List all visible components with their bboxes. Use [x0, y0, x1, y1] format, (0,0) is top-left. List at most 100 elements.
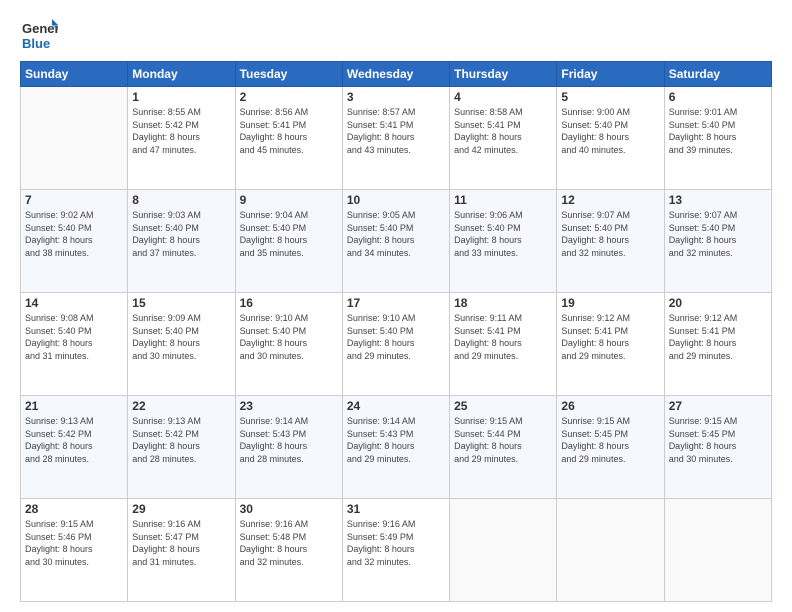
- table-row: 27 Sunrise: 9:15 AM Sunset: 5:45 PM Dayli…: [664, 396, 771, 499]
- table-row: [450, 499, 557, 602]
- day-info: Sunrise: 9:06 AM Sunset: 5:40 PM Dayligh…: [454, 209, 552, 259]
- table-row: 2Sunrise: 8:56 AM Sunset: 5:41 PM Daylig…: [235, 87, 342, 190]
- day-info: Sunrise: 9:00 AM Sunset: 5:40 PM Dayligh…: [561, 106, 659, 156]
- day-number: 30: [240, 502, 338, 516]
- day-info: Sunrise: 9:14 AM Sunset: 5:43 PM Dayligh…: [240, 415, 338, 465]
- table-row: 19 Sunrise: 9:12 AM Sunset: 5:41 PM Dayli…: [557, 293, 664, 396]
- table-row: 23 Sunrise: 9:14 AM Sunset: 5:43 PM Dayli…: [235, 396, 342, 499]
- table-row: 13 Sunrise: 9:07 AM Sunset: 5:40 PM Dayli…: [664, 190, 771, 293]
- day-number: 26: [561, 399, 659, 413]
- day-info: Sunrise: 9:13 AM Sunset: 5:42 PM Dayligh…: [132, 415, 230, 465]
- day-number: 11: [454, 193, 552, 207]
- day-info: Sunrise: 9:16 AM Sunset: 5:49 PM Dayligh…: [347, 518, 445, 568]
- day-info: Sunrise: 9:15 AM Sunset: 5:45 PM Dayligh…: [669, 415, 767, 465]
- table-row: [557, 499, 664, 602]
- table-row: 9 Sunrise: 9:04 AM Sunset: 5:40 PM Daylig…: [235, 190, 342, 293]
- day-info: Sunrise: 9:13 AM Sunset: 5:42 PM Dayligh…: [25, 415, 123, 465]
- day-number: 27: [669, 399, 767, 413]
- day-number: 17: [347, 296, 445, 310]
- table-row: 12 Sunrise: 9:07 AM Sunset: 5:40 PM Dayli…: [557, 190, 664, 293]
- table-row: 28 Sunrise: 9:15 AM Sunset: 5:46 PM Dayli…: [21, 499, 128, 602]
- page: General Blue SundayMondayTuesdayWednesda…: [0, 0, 792, 612]
- day-number: 6: [669, 90, 767, 104]
- table-row: 4 Sunrise: 8:58 AM Sunset: 5:41 PM Daylig…: [450, 87, 557, 190]
- table-row: 11 Sunrise: 9:06 AM Sunset: 5:40 PM Dayli…: [450, 190, 557, 293]
- day-info: Sunrise: 8:57 AM Sunset: 5:41 PM Dayligh…: [347, 106, 445, 156]
- day-number: 29: [132, 502, 230, 516]
- day-info: Sunrise: 9:12 AM Sunset: 5:41 PM Dayligh…: [669, 312, 767, 362]
- day-number: 31: [347, 502, 445, 516]
- table-row: 22 Sunrise: 9:13 AM Sunset: 5:42 PM Dayli…: [128, 396, 235, 499]
- day-number: 13: [669, 193, 767, 207]
- day-number: 5: [561, 90, 659, 104]
- day-info: Sunrise: 9:15 AM Sunset: 5:44 PM Dayligh…: [454, 415, 552, 465]
- day-info: Sunrise: 9:03 AM Sunset: 5:40 PM Dayligh…: [132, 209, 230, 259]
- day-number: 7: [25, 193, 123, 207]
- table-row: 16Sunrise: 9:10 AM Sunset: 5:40 PM Dayli…: [235, 293, 342, 396]
- day-info: Sunrise: 9:02 AM Sunset: 5:40 PM Dayligh…: [25, 209, 123, 259]
- day-number: 19: [561, 296, 659, 310]
- table-row: [21, 87, 128, 190]
- table-row: 29 Sunrise: 9:16 AM Sunset: 5:47 PM Dayli…: [128, 499, 235, 602]
- day-info: Sunrise: 9:15 AM Sunset: 5:46 PM Dayligh…: [25, 518, 123, 568]
- day-number: 23: [240, 399, 338, 413]
- svg-text:Blue: Blue: [22, 36, 50, 51]
- col-header-tuesday: Tuesday: [235, 62, 342, 87]
- logo: General Blue: [20, 15, 58, 53]
- day-number: 3: [347, 90, 445, 104]
- table-row: 24 Sunrise: 9:14 AM Sunset: 5:43 PM Dayli…: [342, 396, 449, 499]
- day-number: 28: [25, 502, 123, 516]
- table-row: 18 Sunrise: 9:11 AM Sunset: 5:41 PM Dayli…: [450, 293, 557, 396]
- day-info: Sunrise: 9:01 AM Sunset: 5:40 PM Dayligh…: [669, 106, 767, 156]
- day-info: Sunrise: 9:07 AM Sunset: 5:40 PM Dayligh…: [561, 209, 659, 259]
- day-info: Sunrise: 9:16 AM Sunset: 5:47 PM Dayligh…: [132, 518, 230, 568]
- col-header-saturday: Saturday: [664, 62, 771, 87]
- table-row: 25 Sunrise: 9:15 AM Sunset: 5:44 PM Dayli…: [450, 396, 557, 499]
- col-header-monday: Monday: [128, 62, 235, 87]
- table-row: 31 Sunrise: 9:16 AM Sunset: 5:49 PM Dayli…: [342, 499, 449, 602]
- table-row: [664, 499, 771, 602]
- day-info: Sunrise: 8:55 AM Sunset: 5:42 PM Dayligh…: [132, 106, 230, 156]
- header: General Blue: [20, 15, 772, 53]
- day-number: 21: [25, 399, 123, 413]
- col-header-friday: Friday: [557, 62, 664, 87]
- day-info: Sunrise: 9:14 AM Sunset: 5:43 PM Dayligh…: [347, 415, 445, 465]
- day-info: Sunrise: 9:07 AM Sunset: 5:40 PM Dayligh…: [669, 209, 767, 259]
- day-info: Sunrise: 9:10 AM Sunset: 5:40 PM Dayligh…: [347, 312, 445, 362]
- table-row: 20Sunrise: 9:12 AM Sunset: 5:41 PM Dayli…: [664, 293, 771, 396]
- day-number: 12: [561, 193, 659, 207]
- calendar-table: SundayMondayTuesdayWednesdayThursdayFrid…: [20, 61, 772, 602]
- col-header-wednesday: Wednesday: [342, 62, 449, 87]
- day-info: Sunrise: 9:09 AM Sunset: 5:40 PM Dayligh…: [132, 312, 230, 362]
- day-info: Sunrise: 9:16 AM Sunset: 5:48 PM Dayligh…: [240, 518, 338, 568]
- table-row: 3 Sunrise: 8:57 AM Sunset: 5:41 PM Daylig…: [342, 87, 449, 190]
- day-number: 2: [240, 90, 338, 104]
- day-info: Sunrise: 9:05 AM Sunset: 5:40 PM Dayligh…: [347, 209, 445, 259]
- day-info: Sunrise: 9:15 AM Sunset: 5:45 PM Dayligh…: [561, 415, 659, 465]
- day-number: 22: [132, 399, 230, 413]
- table-row: 17 Sunrise: 9:10 AM Sunset: 5:40 PM Dayli…: [342, 293, 449, 396]
- table-row: 5 Sunrise: 9:00 AM Sunset: 5:40 PM Daylig…: [557, 87, 664, 190]
- day-number: 24: [347, 399, 445, 413]
- col-header-sunday: Sunday: [21, 62, 128, 87]
- table-row: 21 Sunrise: 9:13 AM Sunset: 5:42 PM Dayli…: [21, 396, 128, 499]
- table-row: 15Sunrise: 9:09 AM Sunset: 5:40 PM Dayli…: [128, 293, 235, 396]
- table-row: 26 Sunrise: 9:15 AM Sunset: 5:45 PM Dayli…: [557, 396, 664, 499]
- day-number: 14: [25, 296, 123, 310]
- day-number: 18: [454, 296, 552, 310]
- day-info: Sunrise: 9:12 AM Sunset: 5:41 PM Dayligh…: [561, 312, 659, 362]
- day-number: 25: [454, 399, 552, 413]
- day-number: 1: [132, 90, 230, 104]
- table-row: 1 Sunrise: 8:55 AM Sunset: 5:42 PM Daylig…: [128, 87, 235, 190]
- day-number: 10: [347, 193, 445, 207]
- day-info: Sunrise: 9:04 AM Sunset: 5:40 PM Dayligh…: [240, 209, 338, 259]
- logo-icon: General Blue: [20, 15, 58, 53]
- day-info: Sunrise: 8:58 AM Sunset: 5:41 PM Dayligh…: [454, 106, 552, 156]
- table-row: 30 Sunrise: 9:16 AM Sunset: 5:48 PM Dayli…: [235, 499, 342, 602]
- table-row: 8 Sunrise: 9:03 AM Sunset: 5:40 PM Daylig…: [128, 190, 235, 293]
- day-number: 4: [454, 90, 552, 104]
- day-number: 8: [132, 193, 230, 207]
- table-row: 14Sunrise: 9:08 AM Sunset: 5:40 PM Dayli…: [21, 293, 128, 396]
- day-number: 9: [240, 193, 338, 207]
- day-info: Sunrise: 9:11 AM Sunset: 5:41 PM Dayligh…: [454, 312, 552, 362]
